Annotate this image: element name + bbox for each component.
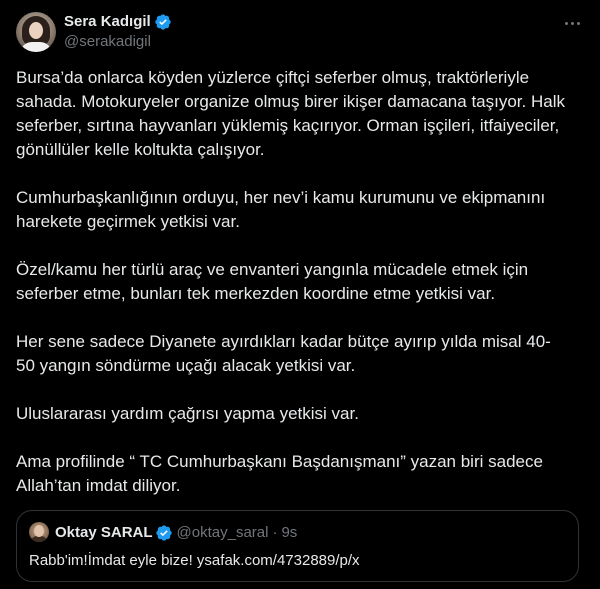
tweet-text: Bursa’da onlarca köyden yüzlerce çiftçi …: [16, 66, 582, 522]
avatar-shirt: [20, 42, 52, 52]
tweet-paragraph: Her sene sadece Diyanete ayırdıkları kad…: [16, 332, 551, 375]
more-options-button[interactable]: [560, 14, 584, 32]
ellipsis-icon: [570, 21, 574, 25]
quoted-author-avatar: [29, 522, 49, 542]
verified-badge-icon[interactable]: [154, 13, 172, 31]
tweet-paragraph: Özel/kamu her türlü araç ve envanteri ya…: [16, 260, 529, 303]
author-display-name[interactable]: Sera Kadıgil: [64, 13, 151, 31]
tweet: Sera Kadıgil @serakadigil Bursa’da onlar…: [0, 0, 600, 589]
quoted-separator: ·: [272, 524, 278, 541]
author-avatar[interactable]: [16, 12, 56, 52]
quoted-verified-badge-icon: [155, 524, 173, 542]
tweet-paragraph: Uluslararası yardım çağrısı yapma yetkis…: [16, 404, 359, 423]
author-name-row: Sera Kadıgil: [64, 13, 172, 31]
tweet-paragraph: Cumhurbaşkanlığının orduyu, her nev’i ka…: [16, 188, 546, 231]
quoted-tweet-text: Rabb'im!İmdat eyle bize! ysafak.com/4732…: [29, 552, 360, 569]
tweet-paragraph: Ama profilinde “ TC Cumhurbaşkanı Başdan…: [16, 452, 543, 495]
quoted-tweet-header: Oktay SARAL @oktay_saral · 9s: [55, 524, 297, 542]
author-handle[interactable]: @serakadigil: [64, 33, 151, 51]
quoted-author-handle: @oktay_saral: [176, 524, 269, 541]
avatar-face: [29, 22, 43, 39]
quoted-timestamp: 9s: [281, 524, 298, 541]
ellipsis-icon: [564, 21, 568, 25]
tweet-paragraph: Bursa’da onlarca köyden yüzlerce çiftçi …: [16, 68, 565, 159]
quoted-tweet-card[interactable]: Oktay SARAL @oktay_saral · 9s Rabb'im!İm…: [16, 510, 579, 582]
ellipsis-icon: [576, 21, 580, 25]
quoted-avatar-face: [34, 525, 44, 537]
quoted-author-name: Oktay SARAL: [55, 524, 153, 541]
